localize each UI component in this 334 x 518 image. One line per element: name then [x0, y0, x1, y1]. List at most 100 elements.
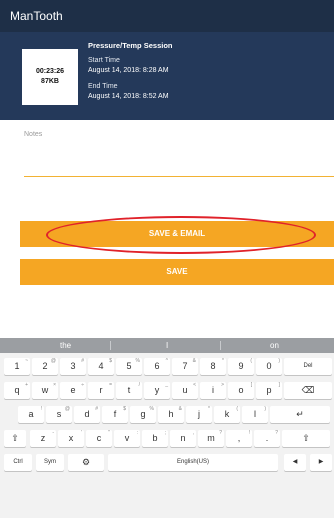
- key-n[interactable]: n,: [170, 430, 196, 447]
- key-secondary-label: ~: [25, 358, 28, 364]
- suggestion-item[interactable]: I: [166, 341, 168, 350]
- key-i[interactable]: i >: [200, 382, 226, 399]
- key-3[interactable]: 3 #: [60, 358, 86, 375]
- key-5[interactable]: 5%: [116, 358, 142, 375]
- key-secondary-label: (: [250, 358, 252, 364]
- key-label: y: [154, 385, 160, 395]
- key-secondary-label: ): [264, 406, 266, 412]
- key-secondary-label: @: [64, 406, 70, 412]
- key-label: ↵: [296, 409, 304, 419]
- key-secondary-label: $: [123, 406, 126, 412]
- suggestion-bar: the I on: [0, 338, 334, 353]
- key-q[interactable]: q +: [4, 382, 30, 399]
- key-z[interactable]: z-: [30, 430, 56, 447]
- key-p[interactable]: p]: [256, 382, 282, 399]
- key-label: u: [182, 385, 188, 395]
- key-label: 9: [238, 361, 244, 371]
- key-label: c: [96, 433, 102, 443]
- key-e[interactable]: e ÷: [60, 382, 86, 399]
- key-label: 6: [154, 361, 160, 371]
- key-secondary-label: :: [136, 430, 138, 436]
- key-r[interactable]: r =: [88, 382, 114, 399]
- ctrl-key[interactable]: Ctrl: [4, 454, 32, 471]
- key-2[interactable]: 2 @: [32, 358, 58, 375]
- delete-key[interactable]: Del: [284, 358, 332, 375]
- key-v[interactable]: v:: [114, 430, 140, 447]
- key-secondary-label: =: [109, 382, 112, 388]
- key-secondary-label: ?: [275, 430, 278, 436]
- save-and-email-button[interactable]: SAVE & EMAIL: [20, 221, 334, 247]
- save-button[interactable]: SAVE: [20, 259, 334, 285]
- key-0[interactable]: 0): [256, 358, 282, 375]
- key-1[interactable]: 1 ~: [4, 358, 30, 375]
- key-secondary-label: [: [250, 382, 252, 388]
- enter-icon[interactable]: ↵: [270, 406, 330, 423]
- key-label: h: [168, 409, 174, 419]
- key-7[interactable]: 7 &: [172, 358, 198, 375]
- key-label: English(US): [176, 459, 209, 465]
- key-o[interactable]: o[: [228, 382, 254, 399]
- key-u[interactable]: u <: [172, 382, 198, 399]
- key-label: a: [28, 409, 34, 419]
- app-title: ManTooth: [10, 9, 63, 23]
- app-bar: ManTooth: [0, 0, 334, 32]
- key-label: v: [124, 433, 130, 443]
- key-s[interactable]: s @: [46, 406, 72, 423]
- key-secondary-label: ÷: [81, 382, 84, 388]
- key-period[interactable]: .?: [254, 430, 280, 447]
- key-secondary-label: %: [149, 406, 154, 412]
- key-l[interactable]: l): [242, 406, 268, 423]
- key-d[interactable]: d #: [74, 406, 100, 423]
- key-secondary-label: (: [236, 406, 238, 412]
- soft-keyboard: the I on 1 ~2 @3 #4 $5% 6 ^ 7 & 8 * 9(0) Del q + w × e ÷ r =…: [0, 338, 334, 518]
- key-j[interactable]: j *: [186, 406, 212, 423]
- session-duration: 00:23:26: [35, 68, 65, 75]
- sym-key[interactable]: Sym: [36, 454, 64, 471]
- key-h[interactable]: h &: [158, 406, 184, 423]
- key-label: s: [56, 409, 62, 419]
- key-label: q: [14, 385, 20, 395]
- key-g[interactable]: g%: [130, 406, 156, 423]
- key-label: 7: [182, 361, 188, 371]
- key-secondary-label: *: [208, 406, 210, 412]
- key-x[interactable]: x ': [58, 430, 84, 447]
- key-label: ⌫: [301, 385, 315, 395]
- gear-icon[interactable]: ⚙: [68, 454, 104, 471]
- key-w[interactable]: w ×: [32, 382, 58, 399]
- suggestion-divider: [220, 341, 221, 350]
- key-a[interactable]: a!: [18, 406, 44, 423]
- suggestion-item[interactable]: the: [60, 341, 71, 350]
- key-y[interactable]: y _: [144, 382, 170, 399]
- key-c[interactable]: c ": [86, 430, 112, 447]
- suggestion-item[interactable]: on: [270, 341, 279, 350]
- key-t[interactable]: t /: [116, 382, 142, 399]
- key-4[interactable]: 4 $: [88, 358, 114, 375]
- arrow-left-icon[interactable]: ◀: [284, 454, 306, 471]
- key-secondary-label: ]: [278, 382, 280, 388]
- key-8[interactable]: 8 *: [200, 358, 226, 375]
- key-label: Del: [303, 363, 313, 369]
- space-key[interactable]: English(US): [108, 454, 278, 471]
- shift-left-icon[interactable]: ⇧: [4, 430, 26, 447]
- key-6[interactable]: 6 ^: [144, 358, 170, 375]
- key-label: o: [238, 385, 244, 395]
- key-b[interactable]: b;: [142, 430, 168, 447]
- key-9[interactable]: 9(: [228, 358, 254, 375]
- key-k[interactable]: k(: [214, 406, 240, 423]
- key-label: Ctrl: [13, 459, 23, 465]
- key-secondary-label: $: [109, 358, 112, 364]
- key-secondary-label: ?: [219, 430, 222, 436]
- session-header: 00:23:26 87KB Pressure/Temp Session Star…: [0, 32, 334, 120]
- backspace-icon[interactable]: ⌫: [284, 382, 332, 399]
- shift-right-icon[interactable]: ⇧: [282, 430, 330, 447]
- arrow-right-icon[interactable]: ▶: [310, 454, 332, 471]
- key-m[interactable]: m?: [198, 430, 224, 447]
- key-label: 2: [42, 361, 48, 371]
- key-secondary-label: #: [95, 406, 98, 412]
- notes-field[interactable]: Notes: [24, 131, 42, 138]
- key-secondary-label: *: [222, 358, 224, 364]
- key-label: r: [99, 385, 103, 395]
- key-label: w: [41, 385, 49, 395]
- key-comma[interactable]: ,!: [226, 430, 252, 447]
- key-f[interactable]: f $: [102, 406, 128, 423]
